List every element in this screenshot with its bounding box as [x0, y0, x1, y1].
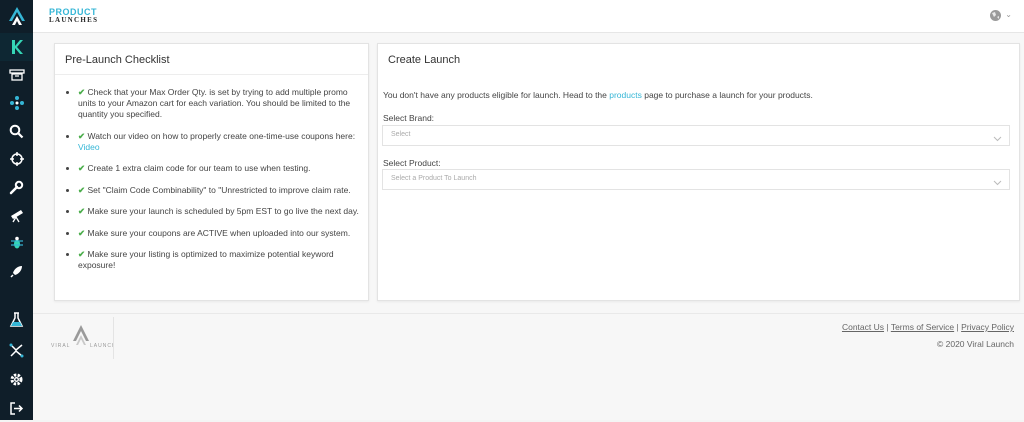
sidebar-item-search[interactable]: [0, 117, 33, 145]
flask-icon: [9, 312, 24, 328]
chevron-down-icon: [993, 174, 1002, 192]
check-icon: ✔: [78, 227, 86, 238]
checklist-list: ✔ Check that your Max Order Qty. is set …: [78, 87, 363, 282]
checklist-divider: [55, 74, 368, 75]
footer-logo-text-right: LAUNCH: [90, 343, 114, 349]
checklist-item: ✔ Set "Claim Code Combinability" to "Unr…: [78, 185, 363, 196]
check-icon: ✔: [78, 87, 86, 97]
footer-logo-text-left: VIRAL: [51, 343, 70, 349]
viral-launch-logo-icon[interactable]: [0, 0, 33, 33]
check-icon: ✔: [78, 206, 86, 216]
sidebar-item-flask[interactable]: [0, 306, 33, 334]
footer-vertical-divider: [113, 317, 114, 359]
check-icon: ✔: [78, 249, 86, 259]
select-brand-label: Select Brand:: [383, 113, 435, 123]
sidebar-item-network[interactable]: [0, 89, 33, 117]
check-icon: ✔: [78, 184, 86, 195]
checklist-item: ✔ Check that your Max Order Qty. is set …: [78, 87, 363, 120]
sidebar-item-logout[interactable]: [0, 394, 33, 422]
checklist-item: ✔ Make sure your launch is scheduled by …: [78, 206, 363, 217]
check-icon: ✔: [78, 163, 86, 173]
sidebar-item-rocket[interactable]: [0, 257, 33, 285]
pre-launch-checklist-card: Pre-Launch Checklist ✔ Check that your M…: [54, 43, 369, 301]
top-bar: PRODUCT LAUNCHES ⌄: [33, 0, 1024, 33]
chevron-down-icon: [993, 130, 1002, 148]
gear-icon: [9, 372, 24, 387]
copyright: © 2020 Viral Launch: [937, 339, 1014, 349]
sidebar-item-split[interactable]: [0, 336, 33, 364]
network-icon: [9, 95, 25, 111]
split-arrows-icon: [9, 343, 24, 358]
brand-select-value: Select: [391, 131, 411, 138]
privacy-policy-link[interactable]: Privacy Policy: [961, 322, 1014, 332]
footer-logo: VIRAL LAUNCH: [49, 321, 116, 361]
terms-of-service-link[interactable]: Terms of Service: [891, 322, 954, 332]
no-products-message: You don't have any products eligible for…: [383, 90, 813, 100]
main-content: Pre-Launch Checklist ✔ Check that your M…: [33, 33, 1024, 420]
contact-us-link[interactable]: Contact Us: [842, 322, 884, 332]
globe-icon[interactable]: [989, 9, 1002, 27]
checklist-item: ✔ Watch our video on how to properly cre…: [78, 131, 363, 153]
checklist-item: ✔ Make sure your listing is optimized to…: [78, 249, 363, 271]
create-launch-card: Create Launch You don't have any product…: [377, 43, 1020, 301]
wrench-icon: [9, 180, 24, 195]
rocket-icon: [9, 264, 24, 279]
product-discovery-icon: [8, 68, 25, 82]
bug-icon: [9, 235, 25, 251]
search-icon: [9, 124, 24, 139]
sidebar-item-bug[interactable]: [0, 229, 33, 257]
checklist-title: Pre-Launch Checklist: [65, 54, 170, 66]
logout-icon: [9, 401, 24, 416]
sidebar-item-telescope[interactable]: [0, 201, 33, 229]
products-link[interactable]: products: [609, 90, 642, 100]
sidebar-item-crosshair[interactable]: [0, 145, 33, 173]
chevron-down-icon[interactable]: ⌄: [1005, 10, 1012, 19]
product-select-value: Select a Product To Launch: [391, 175, 477, 182]
checklist-item: ✔ Make sure your coupons are ACTIVE when…: [78, 228, 363, 239]
create-launch-title: Create Launch: [388, 54, 461, 66]
sidebar-item-settings[interactable]: [0, 365, 33, 393]
product-select[interactable]: Select a Product To Launch: [382, 169, 1010, 190]
footer-links: Contact Us | Terms of Service | Privacy …: [841, 322, 1014, 332]
sidebar: [0, 0, 33, 420]
footer-divider: [33, 313, 1024, 314]
sidebar-item-k-brand[interactable]: [0, 33, 33, 61]
check-icon: ✔: [78, 130, 86, 141]
telescope-icon: [9, 207, 25, 223]
checklist-item: ✔ Create 1 extra claim code for our team…: [78, 163, 363, 174]
select-product-label: Select Product:: [383, 158, 441, 168]
crosshair-icon: [9, 151, 25, 167]
sidebar-item-wrench[interactable]: [0, 173, 33, 201]
brand-title-bottom: LAUNCHES: [49, 16, 99, 24]
brand-select[interactable]: Select: [382, 125, 1010, 146]
video-link[interactable]: Video: [78, 142, 100, 152]
k-brand-icon: [10, 39, 24, 55]
sidebar-item-product-discovery[interactable]: [0, 61, 33, 89]
